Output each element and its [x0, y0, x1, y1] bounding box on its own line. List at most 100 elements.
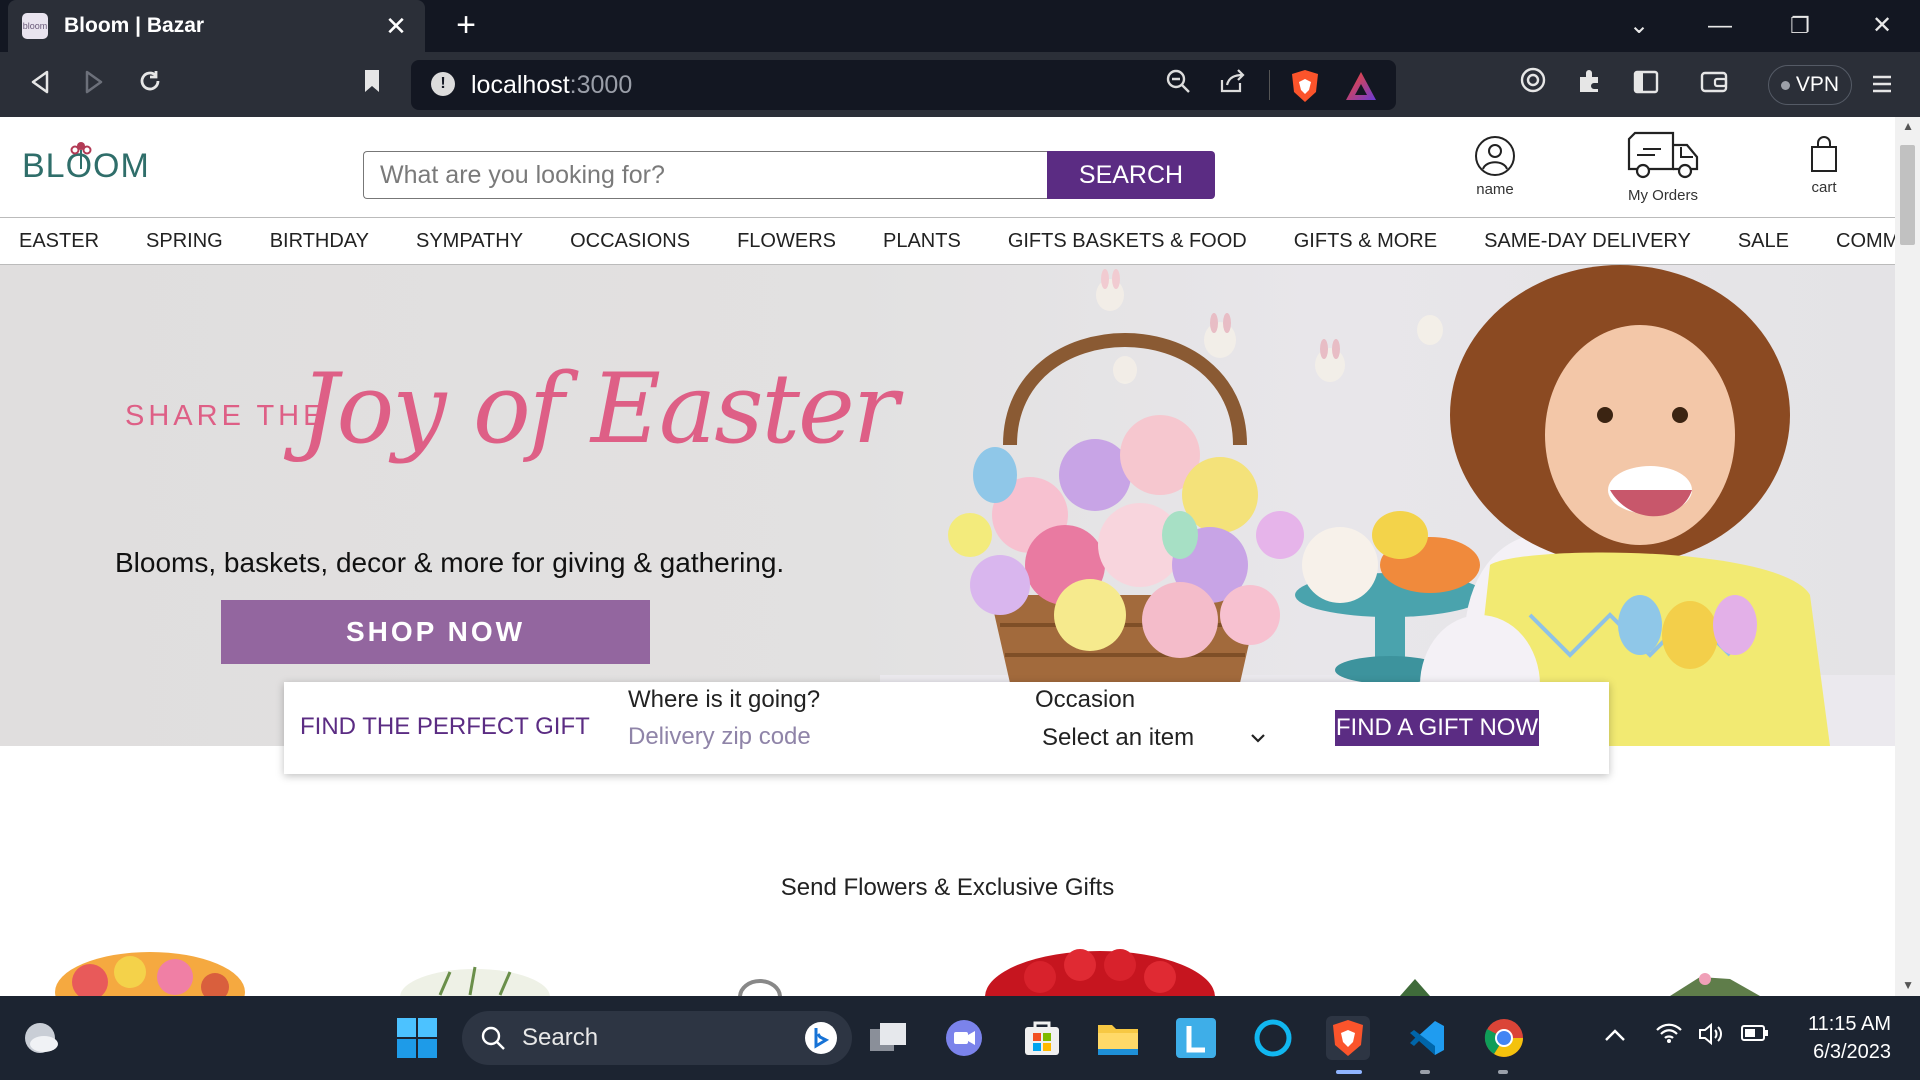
zip-label: Where is it going?: [628, 686, 821, 713]
account-link[interactable]: name: [1470, 135, 1520, 198]
nav-item-birthday[interactable]: BIRTHDAY: [270, 230, 369, 253]
occasion-select[interactable]: Select an item: [1036, 720, 1272, 756]
my-orders-label: My Orders: [1627, 187, 1698, 204]
task-view-icon[interactable]: [866, 1016, 910, 1060]
tab-search-chevron-icon[interactable]: ⌄: [1619, 8, 1659, 44]
delivery-zip-input[interactable]: [628, 720, 922, 754]
url-text[interactable]: localhost:3000: [471, 71, 632, 100]
nav-item-sympathy[interactable]: SYMPATHY: [416, 230, 523, 253]
nav-item-gifts-more[interactable]: GIFTS & MORE: [1294, 230, 1437, 253]
scroll-thumb[interactable]: [1900, 145, 1915, 245]
file-explorer-icon[interactable]: [1096, 1016, 1140, 1060]
nav-item-plants[interactable]: PLANTS: [883, 230, 961, 253]
category-nav: EASTER SPRING BIRTHDAY SYMPATHY OCCASION…: [0, 217, 1895, 265]
hero-subtitle: Blooms, baskets, decor & more for giving…: [115, 547, 785, 578]
product-thumb-1: [55, 952, 245, 996]
gift-finder-title: FIND THE PERFECT GIFT: [300, 713, 590, 740]
nav-item-occasions[interactable]: OCCASIONS: [570, 230, 690, 253]
tray-overflow-chevron-icon[interactable]: [1604, 1022, 1626, 1048]
scroll-down-icon[interactable]: ▼: [1902, 978, 1914, 992]
brave-browser-icon[interactable]: [1326, 1016, 1370, 1060]
bloom-logo[interactable]: BLOOM: [22, 142, 150, 186]
share-icon[interactable]: [1215, 68, 1251, 104]
taskbar-search[interactable]: Search: [462, 1011, 852, 1065]
gift-finder: FIND THE PERFECT GIFT Where is it going?…: [284, 682, 1609, 774]
start-windows-icon[interactable]: [395, 1016, 439, 1060]
site-info-icon[interactable]: !: [431, 72, 455, 96]
battery-icon[interactable]: [1740, 1022, 1770, 1050]
logo-flower-icon: [70, 142, 92, 169]
wallet-icon[interactable]: [1694, 65, 1734, 105]
reload-icon[interactable]: [130, 65, 170, 105]
product-thumb-6: [1670, 973, 1760, 996]
nav-item-spring[interactable]: SPRING: [146, 230, 223, 253]
vpn-status-dot: [1780, 80, 1790, 90]
forward-icon[interactable]: [74, 65, 114, 105]
site-search-input[interactable]: [363, 151, 1047, 199]
weather-icon[interactable]: [18, 1016, 62, 1060]
hero-easter-photo: [880, 265, 1895, 746]
delivery-truck-icon: [1627, 131, 1699, 179]
taskbar-search-label: Search: [522, 1024, 599, 1051]
page-scrollbar[interactable]: ▲ ▼: [1895, 117, 1920, 996]
nav-item-community[interactable]: COMMUNITY: [1836, 230, 1895, 253]
wallet-privacy-icon[interactable]: [1513, 65, 1553, 105]
find-gift-button[interactable]: FIND A GIFT NOW: [1335, 710, 1539, 746]
vpn-label: VPN: [1795, 73, 1840, 96]
teams-chat-icon[interactable]: [942, 1016, 986, 1060]
omnibox-divider: [1269, 70, 1270, 100]
occasion-label: Occasion: [1035, 686, 1136, 713]
site-search: SEARCH: [363, 151, 1215, 199]
close-tab-icon[interactable]: ✕: [381, 11, 411, 42]
site-search-button[interactable]: SEARCH: [1047, 151, 1215, 199]
account-label: name: [1476, 181, 1514, 198]
nav-item-flowers[interactable]: FLOWERS: [737, 230, 836, 253]
scroll-up-icon[interactable]: ▲: [1902, 119, 1914, 133]
wifi-icon[interactable]: [1655, 1022, 1683, 1050]
cortana-icon[interactable]: [1251, 1016, 1295, 1060]
user-icon: [1475, 136, 1515, 176]
extensions-icon[interactable]: [1570, 65, 1610, 105]
restore-icon[interactable]: ❐: [1780, 8, 1820, 44]
brave-shield-icon[interactable]: [1288, 68, 1322, 104]
browser-toolbar: ! localhost:3000 VPN: [0, 52, 1920, 117]
hero-share-the: SHARE THE: [125, 400, 327, 432]
zoom-out-icon[interactable]: [1160, 68, 1196, 104]
nav-item-easter[interactable]: EASTER: [19, 230, 99, 253]
microsoft-store-icon[interactable]: [1020, 1016, 1064, 1060]
chrome-icon[interactable]: [1482, 1016, 1526, 1060]
clock-time: 11:15 AM: [1807, 1013, 1891, 1035]
my-orders-link[interactable]: My Orders: [1615, 131, 1711, 204]
close-window-icon[interactable]: ✕: [1862, 8, 1902, 44]
product-thumb-5: [1400, 979, 1430, 996]
chevron-down-icon: [1251, 734, 1265, 743]
tab-favicon-icon: bloom: [22, 13, 48, 39]
browser-tab-strip: bloom Bloom | Bazar ✕ + ⌄ — ❐ ✕: [0, 0, 1920, 52]
l-app-icon[interactable]: [1174, 1016, 1218, 1060]
nav-item-gift-baskets-food[interactable]: GIFTS BASKETS & FOOD: [1008, 230, 1247, 253]
brave-rewards-icon[interactable]: [1344, 70, 1378, 102]
bookmark-icon[interactable]: [352, 65, 392, 105]
taskbar-clock[interactable]: 11:15 AM 6/3/2023: [1795, 1010, 1891, 1066]
menu-icon[interactable]: [1862, 65, 1902, 105]
new-tab-icon[interactable]: +: [448, 8, 484, 44]
nav-item-same-day-delivery[interactable]: SAME-DAY DELIVERY: [1484, 230, 1691, 253]
product-thumb-4: [985, 949, 1215, 996]
product-thumbnails-row: [55, 949, 1760, 996]
hero-script-title: Joy of Easter: [300, 353, 899, 465]
clock-date: 6/3/2023: [1813, 1041, 1891, 1063]
address-bar[interactable]: ! localhost:3000: [411, 60, 1396, 110]
vscode-icon[interactable]: [1404, 1016, 1448, 1060]
nav-item-sale[interactable]: SALE: [1738, 230, 1789, 253]
shopping-bag-icon: [1811, 136, 1837, 172]
sidebar-icon[interactable]: [1626, 65, 1666, 105]
browser-tab[interactable]: bloom Bloom | Bazar ✕: [8, 0, 425, 52]
bing-icon[interactable]: [804, 1021, 838, 1055]
vpn-button[interactable]: VPN: [1768, 65, 1852, 105]
back-icon[interactable]: [20, 65, 60, 105]
volume-icon[interactable]: [1697, 1022, 1725, 1052]
minimize-icon[interactable]: —: [1700, 8, 1740, 44]
shop-now-button[interactable]: SHOP NOW: [221, 600, 650, 664]
web-page: BLOOM SEARCH name: [0, 117, 1895, 996]
cart-link[interactable]: cart: [1800, 135, 1848, 196]
